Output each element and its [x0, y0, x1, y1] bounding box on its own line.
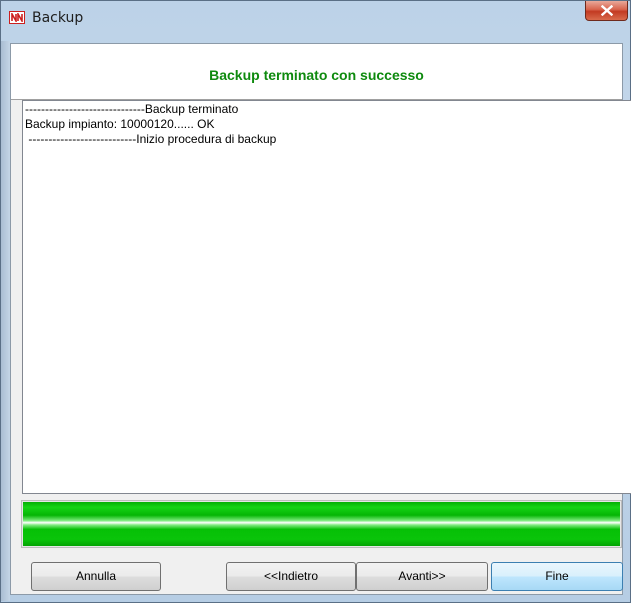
dialog-client-area: Backup terminato con successo ----------…	[10, 43, 631, 595]
progress-bar	[21, 500, 622, 548]
title-bar[interactable]: Backup	[1, 1, 630, 41]
cancel-button[interactable]: Annulla	[31, 562, 161, 591]
log-textbox[interactable]: ------------------------------Backup ter…	[22, 100, 631, 494]
progress-fill	[23, 502, 620, 546]
close-button[interactable]	[585, 1, 628, 21]
nn-logo-icon	[9, 11, 25, 24]
back-button[interactable]: <<Indietro	[226, 562, 356, 591]
status-title: Backup terminato con successo	[209, 67, 424, 83]
next-button[interactable]: Avanti>>	[356, 562, 488, 591]
close-icon	[601, 5, 613, 16]
backup-window: Backup Backup terminato con successo ---…	[0, 0, 631, 603]
window-title: Backup	[32, 10, 84, 26]
window-frame	[1, 41, 10, 601]
log-line: ---------------------------Inizio proced…	[25, 132, 277, 146]
finish-button[interactable]: Fine	[491, 562, 623, 591]
log-line: ------------------------------Backup ter…	[25, 102, 239, 116]
log-line: Backup impianto: 10000120...... OK	[25, 117, 215, 131]
header-banner: Backup terminato con successo	[11, 44, 622, 100]
